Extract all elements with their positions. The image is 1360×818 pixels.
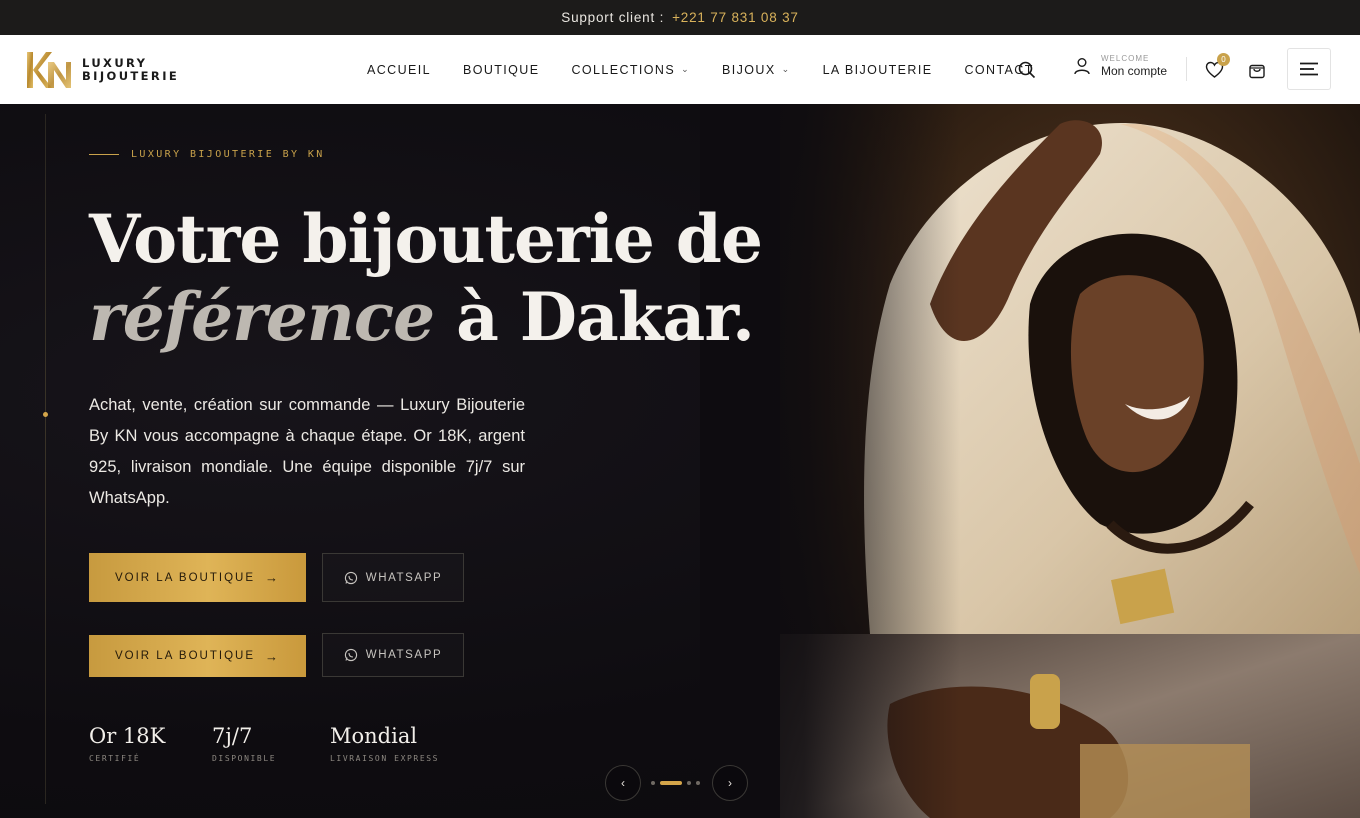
stat-value: Or 18K: [89, 724, 166, 748]
header-divider: [1186, 57, 1187, 81]
main-nav: ACCUEIL BOUTIQUE COLLECTIONS ⌄ BIJOUX ⌄ LA…: [367, 35, 1066, 104]
site-header: LUXURY BIJOUTERIE ACCUEIL BOUTIQUE COLLE…: [0, 35, 1360, 104]
menu-button[interactable]: [1287, 48, 1331, 90]
brand-line-2: BIJOUTERIE: [82, 69, 180, 83]
brand-name: LUXURY BIJOUTERIE: [82, 57, 179, 83]
carousel-dot[interactable]: [651, 781, 655, 785]
cart-button[interactable]: [1246, 59, 1268, 81]
hero-vertical-line: [45, 114, 46, 804]
shop-button-label: VOIR LA BOUTIQUE: [115, 650, 255, 662]
shop-button[interactable]: VOIR LA BOUTIQUE →: [89, 553, 306, 602]
nav-item-label: BIJOUX: [722, 62, 776, 77]
support-label: Support client :: [561, 10, 665, 25]
shop-button-secondary[interactable]: VOIR LA BOUTIQUE →: [89, 635, 306, 677]
whatsapp-button-label: WHATSAPP: [365, 571, 443, 584]
stat-gold: Or 18K CERTIFIÉ: [89, 724, 165, 763]
hero-title-line1: Votre bijouterie de: [89, 200, 763, 278]
hero-section: LUXURY BIJOUTERIE BY KN Votre bijouterie…: [0, 104, 1360, 818]
stat-label: LIVRAISON EXPRESS: [330, 754, 440, 763]
nav-item-label: COLLECTIONS: [571, 62, 676, 77]
support-bar: Support client : +221 77 831 08 37: [0, 0, 1360, 35]
account-link[interactable]: WELCOME Mon compte: [1073, 54, 1167, 78]
hero-title-italic: référence: [89, 278, 435, 356]
search-button[interactable]: [1016, 59, 1038, 81]
account-label: Mon compte: [1101, 64, 1168, 78]
carousel-dots: [651, 781, 705, 785]
whatsapp-button[interactable]: WHATSAPP: [322, 553, 464, 602]
whatsapp-icon: [344, 648, 357, 662]
kn-monogram-icon: [27, 52, 71, 88]
shopping-bag-icon: [1249, 64, 1265, 79]
wishlist-count-badge: 0: [1217, 53, 1230, 66]
nav-item-accueil[interactable]: ACCUEIL: [367, 63, 431, 77]
arrow-right-icon: →: [265, 648, 280, 664]
brand-logo[interactable]: LUXURY BIJOUTERIE: [24, 48, 179, 92]
hero-eyebrow: LUXURY BIJOUTERIE BY KN: [89, 149, 325, 160]
stat-delivery: Mondial LIVRAISON EXPRESS: [330, 724, 439, 763]
arrow-right-icon: →: [265, 570, 280, 585]
whatsapp-icon: [344, 571, 357, 584]
eyebrow-line: [89, 154, 119, 155]
nav-item-boutique[interactable]: BOUTIQUE: [463, 63, 539, 77]
stat-label: DISPONIBLE: [212, 754, 277, 763]
nav-item-label: BOUTIQUE: [462, 62, 540, 77]
hero-line-dot: [43, 412, 48, 417]
stat-value: 7j/7: [212, 724, 253, 748]
search-icon: [1018, 61, 1036, 79]
shop-button-label: VOIR LA BOUTIQUE: [115, 571, 255, 584]
carousel-next-button[interactable]: ›: [712, 765, 748, 801]
carousel-dot-active[interactable]: [660, 781, 682, 785]
whatsapp-button-label: WHATSAPP: [365, 649, 443, 661]
hamburger-icon: [1300, 62, 1318, 76]
nav-item-la-bijouterie[interactable]: LA BIJOUTERIE: [823, 63, 933, 77]
chevron-down-icon: ⌄: [681, 64, 691, 74]
nav-item-label: ACCUEIL: [367, 62, 431, 77]
hero-title-rest: à Dakar.: [456, 278, 755, 356]
nav-item-label: LA BIJOUTERIE: [822, 62, 933, 77]
nav-item-bijoux[interactable]: BIJOUX ⌄: [722, 63, 791, 77]
hero-description: Achat, vente, création sur commande — Lu…: [89, 396, 525, 507]
stat-value: Mondial: [330, 724, 418, 748]
chevron-down-icon: ⌄: [781, 64, 791, 74]
carousel-dot[interactable]: [696, 781, 700, 785]
nav-item-collections[interactable]: COLLECTIONS ⌄: [571, 63, 690, 77]
hero-title: Votre bijouterie de référence à Dakar.: [89, 200, 763, 356]
carousel-dot[interactable]: [687, 781, 691, 785]
chevron-left-icon: ‹: [621, 776, 625, 790]
account-welcome: WELCOME: [1101, 54, 1150, 63]
support-phone-link[interactable]: +221 77 831 08 37: [672, 10, 799, 25]
stat-label: CERTIFIÉ: [89, 754, 141, 763]
whatsapp-button-secondary[interactable]: WHATSAPP: [322, 633, 464, 677]
user-icon: [1074, 58, 1090, 75]
eyebrow-text: LUXURY BIJOUTERIE BY KN: [131, 149, 325, 160]
chevron-right-icon: ›: [728, 776, 732, 790]
carousel-prev-button[interactable]: ‹: [605, 765, 641, 801]
stat-availability: 7j/7 DISPONIBLE: [212, 724, 276, 763]
